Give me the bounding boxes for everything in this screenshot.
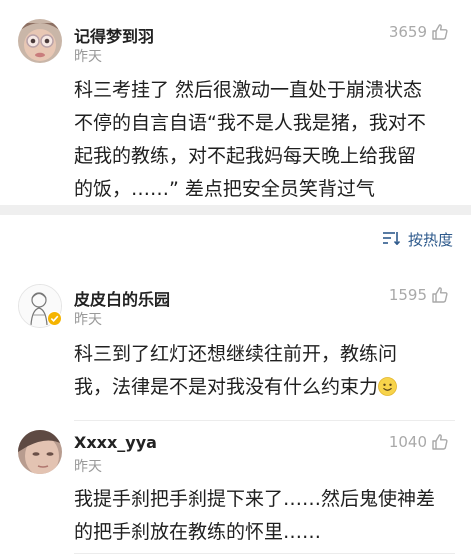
sort-toggle[interactable]: 按热度 <box>382 229 453 250</box>
text-line: 不停的自言自语“我不是人我是猪，我对不 <box>74 112 426 134</box>
text-line: 的把手刹放在教练的怀里…… <box>74 521 322 543</box>
avatar[interactable] <box>18 430 62 474</box>
username[interactable]: 记得梦到羽 <box>74 23 154 47</box>
divider <box>74 420 455 421</box>
avatar[interactable] <box>18 19 62 63</box>
like-count: 1595 <box>388 286 427 304</box>
comment-text: 我提手刹把手刹提下来了……然后鬼使神差 的把手刹放在教练的怀里…… <box>74 483 435 549</box>
timestamp: 昨天 <box>74 312 102 328</box>
verified-badge-icon <box>47 311 62 326</box>
text-line-with-emoji: 我，法律是不是对我没有什么约束力 <box>74 371 397 404</box>
comment-text: 科三到了红灯还想继续往前开，教练问 我，法律是不是对我没有什么约束力 <box>74 338 397 404</box>
username[interactable]: 皮皮白的乐园 <box>74 286 170 310</box>
timestamp: 昨天 <box>74 49 102 65</box>
thumbs-up-icon <box>431 23 449 41</box>
divider <box>74 553 455 554</box>
timestamp: 昨天 <box>74 459 102 475</box>
text-line: 的饭，……” 差点把安全员笑背过气 <box>74 178 375 200</box>
slightly-smiling-face-icon <box>378 374 397 396</box>
sort-label: 按热度 <box>407 231 453 249</box>
username[interactable]: Xxxx_yya <box>74 433 157 452</box>
like-button[interactable]: 1040 <box>389 433 449 451</box>
text-line: 科三考挂了 然后很激动一直处于崩溃状态 <box>74 79 423 101</box>
sort-icon <box>382 231 402 249</box>
section-separator <box>0 205 471 215</box>
text-line: 我，法律是不是对我没有什么约束力 <box>74 376 379 398</box>
like-count: 1040 <box>388 433 427 451</box>
like-button[interactable]: 3659 <box>389 23 449 41</box>
like-button[interactable]: 1595 <box>389 286 449 304</box>
text-line: 我提手刹把手刹提下来了……然后鬼使神差 <box>74 488 436 510</box>
comment-text: 科三考挂了 然后很激动一直处于崩溃状态 不停的自言自语“我不是人我是猪，我对不 … <box>74 74 426 206</box>
text-line: 起我的教练，对不起我妈每天晚上给我留 <box>74 145 417 167</box>
thumbs-up-icon <box>431 433 449 451</box>
like-count: 3659 <box>388 23 427 41</box>
text-line: 科三到了红灯还想继续往前开，教练问 <box>74 343 398 365</box>
thumbs-up-icon <box>431 286 449 304</box>
